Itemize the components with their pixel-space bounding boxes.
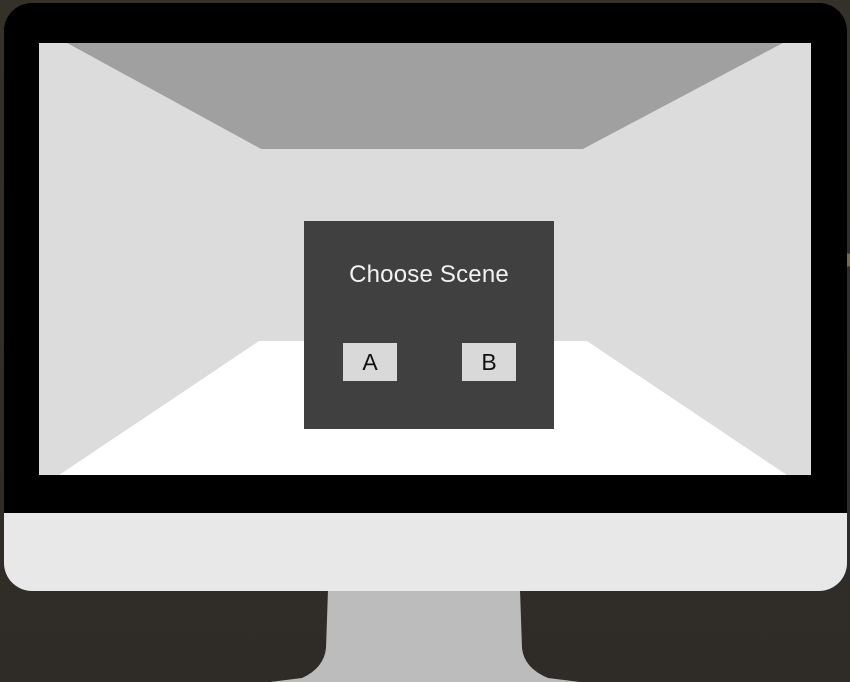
choose-scene-dialog: Choose Scene A B — [304, 221, 554, 429]
screen: Choose Scene A B — [39, 43, 811, 475]
dialog-title: Choose Scene — [349, 261, 509, 288]
monitor: Choose Scene A B — [4, 3, 847, 591]
scene-b-button[interactable]: B — [462, 343, 516, 381]
scene-a-button[interactable]: A — [343, 343, 397, 381]
monitor-chin — [4, 513, 847, 591]
